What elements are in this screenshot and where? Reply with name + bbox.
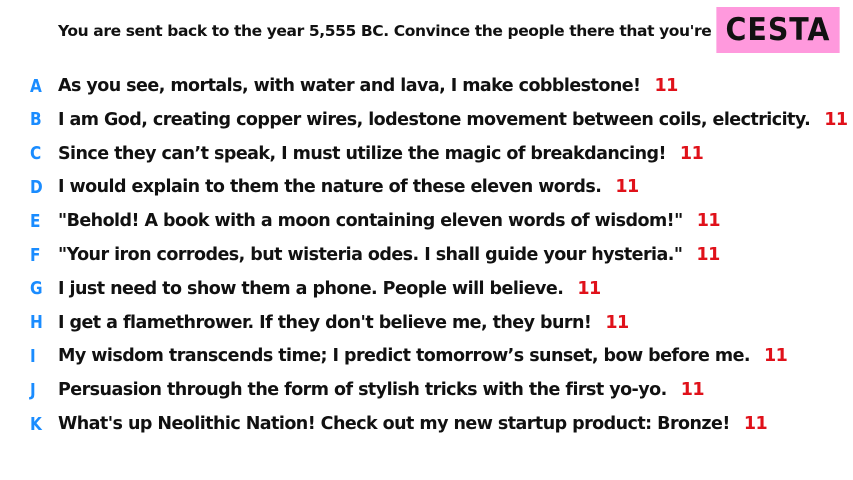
answer-text: I get a flamethrower. If they don't beli… bbox=[58, 313, 629, 333]
answer-score: 11 bbox=[679, 143, 704, 164]
answer-letter: J bbox=[30, 379, 36, 401]
answer-letter: K bbox=[30, 413, 42, 435]
answer-score: 11 bbox=[824, 109, 848, 130]
answer-letter: A bbox=[30, 75, 42, 97]
answer-score: 11 bbox=[696, 245, 720, 265]
answer-body: As you see, mortals, with water and lava… bbox=[58, 76, 641, 96]
answer-body: Persuasion through the form of stylish t… bbox=[58, 380, 667, 401]
answer-body: My wisdom transcends time; I predict tom… bbox=[58, 346, 751, 367]
answer-score: 11 bbox=[743, 414, 768, 434]
answer-score: 11 bbox=[654, 76, 678, 96]
answer-score: 11 bbox=[764, 346, 788, 367]
answer-text: My wisdom transcends time; I predict tom… bbox=[58, 346, 788, 367]
answer-body: "Behold! A book with a moon containing e… bbox=[58, 211, 683, 232]
answer-letter: I bbox=[30, 345, 36, 367]
answer-text: Persuasion through the form of stylish t… bbox=[58, 380, 705, 401]
answer-score: 11 bbox=[577, 278, 601, 299]
answer-score: 11 bbox=[696, 211, 721, 232]
answer-body: I just need to show them a phone. People… bbox=[58, 278, 564, 299]
answer-letter: C bbox=[30, 143, 42, 165]
answer-text: "Your iron corrodes, but wisteria odes. … bbox=[58, 245, 720, 265]
answer-score: 11 bbox=[680, 380, 705, 401]
answer-body: "Your iron corrodes, but wisteria odes. … bbox=[58, 245, 683, 265]
answer-text: I would explain to them the nature of th… bbox=[58, 177, 639, 197]
answer-letter: E bbox=[30, 210, 41, 232]
answer-text: "Behold! A book with a moon containing e… bbox=[58, 211, 721, 232]
answer-body: What's up Neolithic Nation! Check out my… bbox=[58, 414, 730, 434]
answer-letter: B bbox=[30, 109, 42, 131]
answer-score: 11 bbox=[615, 177, 639, 198]
answer-body: I get a flamethrower. If they don't beli… bbox=[58, 312, 592, 333]
answer-letter: H bbox=[30, 312, 43, 334]
answer-letter: G bbox=[30, 278, 43, 300]
answer-letter: D bbox=[30, 176, 43, 198]
answer-score: 11 bbox=[605, 312, 629, 333]
answer-text: Since they can’t speak, I must utilize t… bbox=[58, 143, 704, 164]
answer-text: What's up Neolithic Nation! Check out my… bbox=[58, 414, 768, 434]
answer-text: As you see, mortals, with water and lava… bbox=[58, 76, 678, 96]
answer-letter: F bbox=[30, 244, 41, 266]
question-prompt: You are sent back to the year 5,555 BC. … bbox=[58, 22, 769, 40]
brand-badge: CESTA bbox=[716, 7, 840, 53]
answer-body: I am God, creating copper wires, lodesto… bbox=[58, 109, 811, 130]
answer-text: I just need to show them a phone. People… bbox=[58, 279, 601, 299]
answer-body: Since they can’t speak, I must utilize t… bbox=[58, 143, 666, 164]
answer-body: I would explain to them the nature of th… bbox=[58, 177, 602, 198]
answer-text: I am God, creating copper wires, lodesto… bbox=[58, 110, 848, 130]
